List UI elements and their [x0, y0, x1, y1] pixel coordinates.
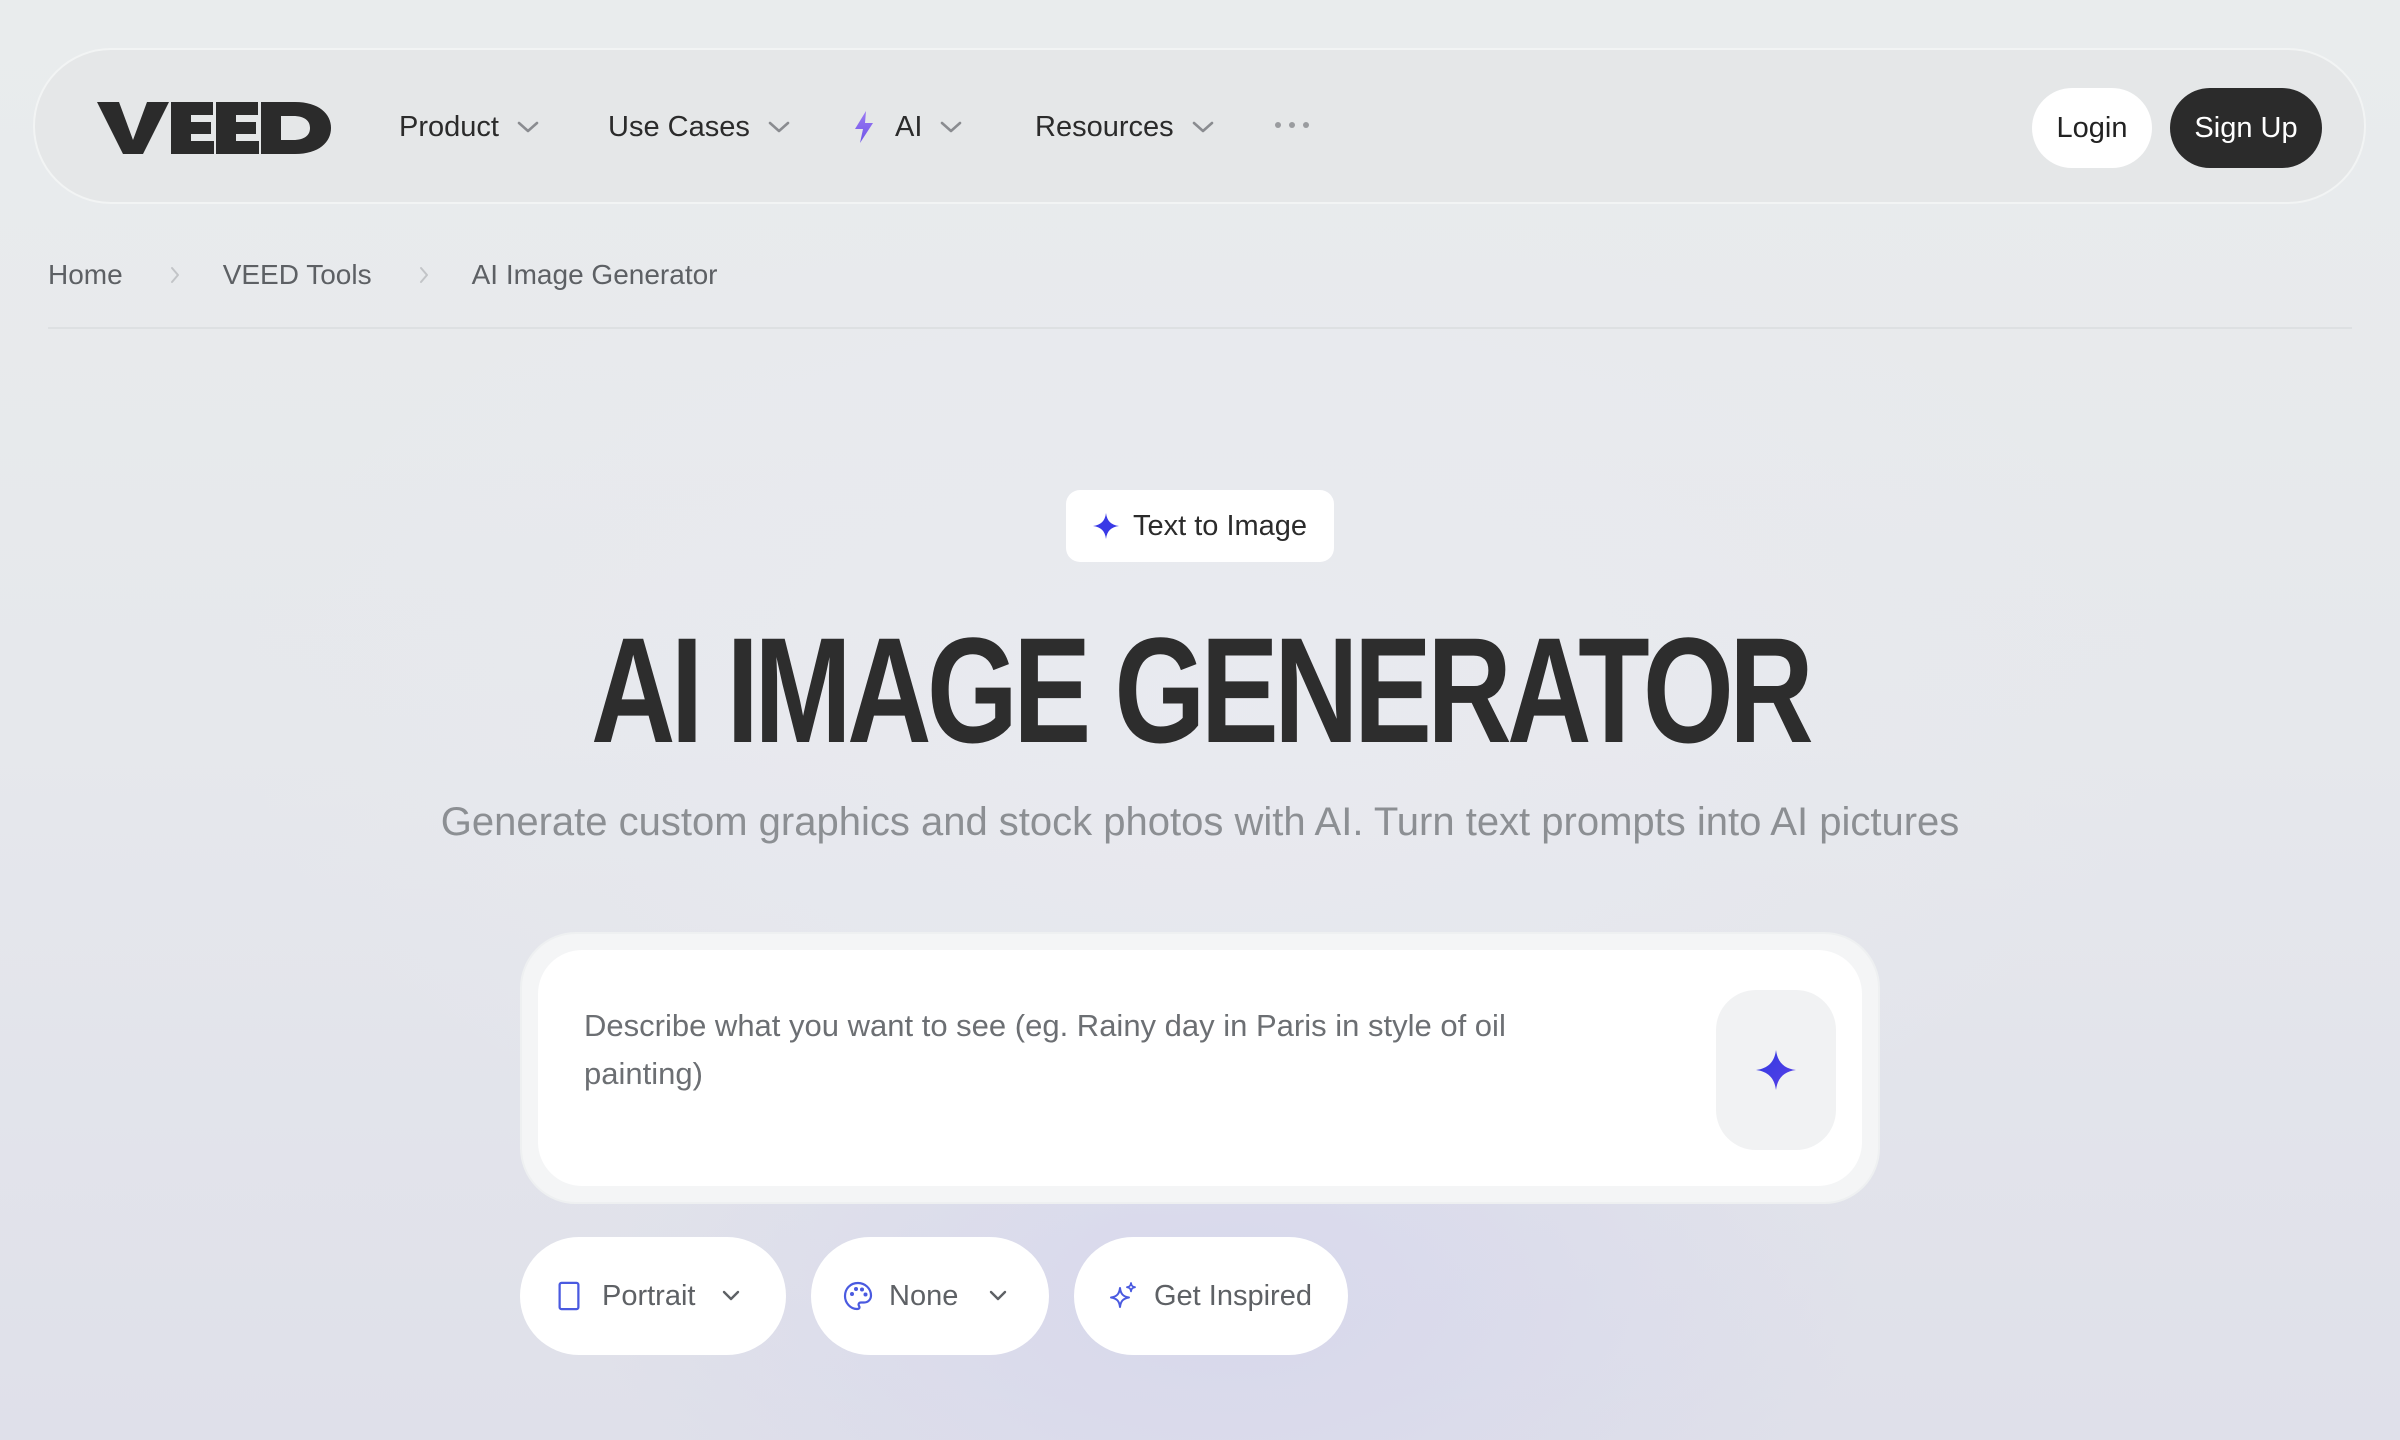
- breadcrumb-veed-tools[interactable]: VEED Tools: [223, 259, 372, 291]
- breadcrumb: Home VEED Tools AI Image Generator: [48, 252, 718, 298]
- style-value: None: [889, 1279, 959, 1312]
- badge-label: Text to Image: [1132, 509, 1308, 542]
- breadcrumb-home[interactable]: Home: [48, 259, 123, 291]
- breadcrumb-divider: [48, 327, 2352, 329]
- nav-product[interactable]: Product: [399, 100, 539, 154]
- nav-use-cases-label: Use Cases: [608, 110, 750, 143]
- chevron-right-icon: [419, 267, 428, 283]
- sparkle-icon: [1756, 1050, 1796, 1090]
- prompt-container: [520, 932, 1880, 1204]
- chevron-down-icon: [768, 121, 790, 133]
- style-select[interactable]: None: [811, 1237, 1049, 1355]
- sign-up-button[interactable]: Sign Up: [2170, 88, 2322, 168]
- top-navigation-bar: Product Use Cases AI Resources Login Sig…: [33, 48, 2366, 204]
- sparkle-icon: [1092, 513, 1119, 539]
- page-title: AI IMAGE GENERATOR: [590, 606, 1814, 774]
- lightning-bolt-icon: [855, 111, 873, 143]
- text-to-image-badge: Text to Image: [1066, 490, 1334, 562]
- more-menu-ellipsis-icon[interactable]: [1275, 110, 1315, 140]
- page-subtitle: Generate custom graphics and stock photo…: [440, 800, 1960, 844]
- get-inspired-label: Get Inspired: [1154, 1279, 1312, 1312]
- chevron-down-icon: [1192, 121, 1213, 133]
- veed-logo[interactable]: [97, 96, 331, 156]
- portrait-icon: [558, 1281, 580, 1311]
- prompt-card: [538, 950, 1862, 1186]
- aspect-ratio-value: Portrait: [602, 1279, 696, 1312]
- nav-ai-label: AI: [895, 110, 923, 143]
- nav-use-cases[interactable]: Use Cases: [608, 100, 790, 154]
- chevron-down-icon: [941, 121, 962, 133]
- chevron-down-icon: [990, 1290, 1007, 1301]
- chevron-down-icon: [517, 121, 539, 133]
- prompt-input[interactable]: [584, 1002, 1614, 1142]
- chevron-down-icon: [723, 1290, 740, 1301]
- nav-resources[interactable]: Resources: [1035, 100, 1214, 154]
- get-inspired-button[interactable]: Get Inspired: [1074, 1237, 1348, 1355]
- veed-logo-mark: [97, 102, 331, 154]
- breadcrumb-current-page: AI Image Generator: [471, 259, 718, 290]
- aspect-ratio-select[interactable]: Portrait: [520, 1237, 786, 1355]
- login-button[interactable]: Login: [2032, 88, 2152, 168]
- nav-product-label: Product: [399, 110, 499, 143]
- sparkles-icon: [1110, 1282, 1136, 1308]
- nav-resources-label: Resources: [1035, 110, 1174, 143]
- nav-ai[interactable]: AI: [853, 100, 962, 154]
- generate-button[interactable]: [1716, 990, 1836, 1150]
- chevron-right-icon: [170, 267, 179, 283]
- palette-icon: [843, 1281, 873, 1311]
